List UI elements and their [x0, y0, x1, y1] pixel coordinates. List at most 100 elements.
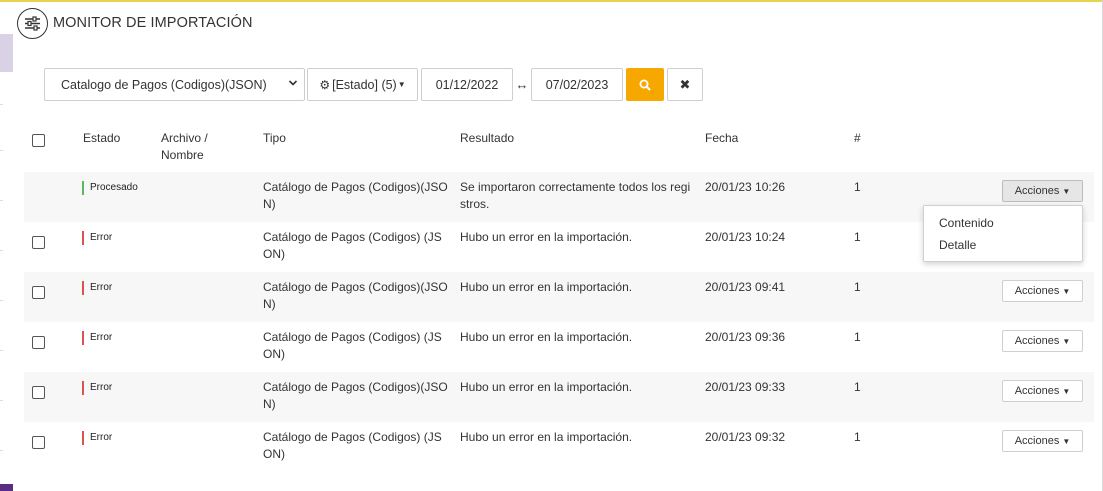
caret-down-icon: ▼	[1062, 336, 1071, 346]
row-checkbox[interactable]	[32, 436, 45, 449]
date-range-arrow-icon: ↔	[515, 77, 529, 92]
actions-button[interactable]: Acciones ▼	[1002, 380, 1083, 402]
sidebar-accent-bottom	[0, 484, 13, 491]
cell-num: 1	[854, 430, 861, 444]
status-bar	[82, 331, 84, 345]
cell-num: 1	[854, 280, 861, 294]
select-all-checkbox[interactable]	[32, 134, 45, 147]
cell-tipo: Catálogo de Pagos (Codigos)(JSON)	[263, 280, 448, 311]
status-badge: Error	[82, 331, 112, 345]
actions-button[interactable]: Acciones ▼	[1002, 280, 1083, 302]
cell-fecha: 20/01/23 09:33	[705, 380, 786, 394]
date-to-input[interactable]: 07/02/2023	[531, 68, 623, 101]
header-num: #	[854, 131, 861, 145]
menu-item-contenido[interactable]: Contenido	[924, 212, 1082, 234]
cell-tipo: Catálogo de Pagos (Codigos) (JSON)	[263, 330, 442, 361]
actions-label: Acciones	[1014, 285, 1060, 297]
table-header: Estado Archivo / Nombre Tipo Resultado F…	[24, 122, 1094, 172]
status-bar	[82, 231, 84, 245]
status-label: Procesado	[90, 182, 138, 193]
status-label: Error	[90, 332, 113, 343]
header-tipo: Tipo	[263, 131, 286, 145]
close-icon: ✖	[679, 76, 691, 92]
row-checkbox[interactable]	[32, 236, 45, 249]
row-checkbox[interactable]	[32, 286, 45, 299]
actions-label: Acciones	[1014, 385, 1060, 397]
status-label: Error	[90, 232, 113, 243]
sidebar-accent	[0, 34, 13, 72]
status-bar	[82, 181, 84, 195]
actions-button[interactable]: Acciones ▼	[1002, 430, 1083, 452]
actions-label: Acciones	[1014, 335, 1060, 347]
import-type-select-value: Catalogo de Pagos (Codigos)(JSON)	[61, 77, 267, 92]
estado-filter-button[interactable]: ⚙ [Estado] (5) ▼	[307, 68, 418, 101]
cell-num: 1	[854, 180, 861, 194]
status-bar	[82, 431, 84, 445]
gear-icon: ⚙	[319, 77, 331, 92]
table-row: Error Catálogo de Pagos (Codigos) (JSON)…	[24, 422, 1094, 472]
header-archivo-line2: Nombre	[161, 148, 204, 162]
header-archivo-line1: Archivo /	[161, 131, 208, 145]
menu-item-detalle[interactable]: Detalle	[924, 234, 1082, 256]
date-to-value: 07/02/2023	[545, 77, 609, 92]
search-icon	[639, 79, 651, 91]
caret-down-icon: ▼	[1062, 186, 1071, 196]
cell-fecha: 20/01/23 09:36	[705, 330, 786, 344]
cell-resultado: Hubo un error en la importación.	[460, 330, 633, 344]
page-header: MONITOR DE IMPORTACIÓN	[17, 7, 253, 39]
caret-down-icon: ▼	[1062, 386, 1071, 396]
cell-num: 1	[854, 380, 861, 394]
page-title: MONITOR DE IMPORTACIÓN	[53, 15, 253, 31]
header-archivo: Archivo / Nombre	[161, 130, 208, 164]
table-row: Error Catálogo de Pagos (Codigos) (JSON)…	[24, 322, 1094, 372]
cell-resultado: Hubo un error en la importación.	[460, 280, 633, 294]
cell-resultado: Se importaron correctamente todos los re…	[460, 180, 691, 211]
cell-resultado: Hubo un error en la importación.	[460, 230, 633, 244]
estado-filter-label: [Estado] (5)	[332, 77, 397, 92]
status-badge: Error	[82, 381, 112, 395]
sliders-icon[interactable]	[17, 7, 48, 39]
actions-button[interactable]: Acciones ▼	[1002, 180, 1083, 202]
row-checkbox[interactable]	[32, 386, 45, 399]
cell-resultado: Hubo un error en la importación.	[460, 380, 633, 394]
row-checkbox[interactable]	[32, 336, 45, 349]
caret-down-icon: ▼	[1062, 286, 1071, 296]
cell-fecha: 20/01/23 10:24	[705, 230, 786, 244]
status-bar	[82, 281, 84, 295]
status-badge: Procesado	[82, 181, 138, 195]
cell-tipo: Catálogo de Pagos (Codigos) (JSON)	[263, 430, 442, 461]
search-button[interactable]	[626, 68, 664, 101]
cell-fecha: 20/01/23 09:32	[705, 430, 786, 444]
cell-num: 1	[854, 230, 861, 244]
chevron-down-icon	[288, 78, 298, 91]
import-type-select[interactable]: Catalogo de Pagos (Codigos)(JSON)	[44, 68, 305, 101]
cell-resultado: Hubo un error en la importación.	[460, 430, 633, 444]
actions-button[interactable]: Acciones ▼	[1002, 330, 1083, 352]
header-estado: Estado	[83, 131, 121, 145]
caret-down-icon: ▼	[397, 80, 406, 89]
imports-table: Estado Archivo / Nombre Tipo Resultado F…	[24, 122, 1094, 472]
cell-fecha: 20/01/23 09:41	[705, 280, 786, 294]
actions-dropdown-menu: Contenido Detalle	[923, 205, 1083, 262]
table-row: Error Catálogo de Pagos (Codigos)(JSON) …	[24, 372, 1094, 422]
caret-down-icon: ▼	[1062, 436, 1071, 446]
header-resultado: Resultado	[460, 131, 515, 145]
status-bar	[82, 381, 84, 395]
date-from-input[interactable]: 01/12/2022	[421, 68, 513, 101]
actions-label: Acciones	[1014, 185, 1060, 197]
date-from-value: 01/12/2022	[435, 77, 499, 92]
status-badge: Error	[82, 281, 112, 295]
actions-label: Acciones	[1014, 435, 1060, 447]
status-label: Error	[90, 432, 113, 443]
status-badge: Error	[82, 231, 112, 245]
cell-num: 1	[854, 330, 861, 344]
header-fecha: Fecha	[705, 131, 739, 145]
top-border	[0, 0, 1103, 2]
status-label: Error	[90, 382, 113, 393]
cell-tipo: Catálogo de Pagos (Codigos)(JSON)	[263, 180, 448, 211]
table-row: Error Catálogo de Pagos (Codigos)(JSON) …	[24, 272, 1094, 322]
cell-fecha: 20/01/23 10:26	[705, 180, 786, 194]
cell-tipo: Catálogo de Pagos (Codigos)(JSON)	[263, 380, 448, 411]
clear-button[interactable]: ✖	[667, 68, 703, 101]
cell-tipo: Catálogo de Pagos (Codigos) (JSON)	[263, 230, 442, 261]
